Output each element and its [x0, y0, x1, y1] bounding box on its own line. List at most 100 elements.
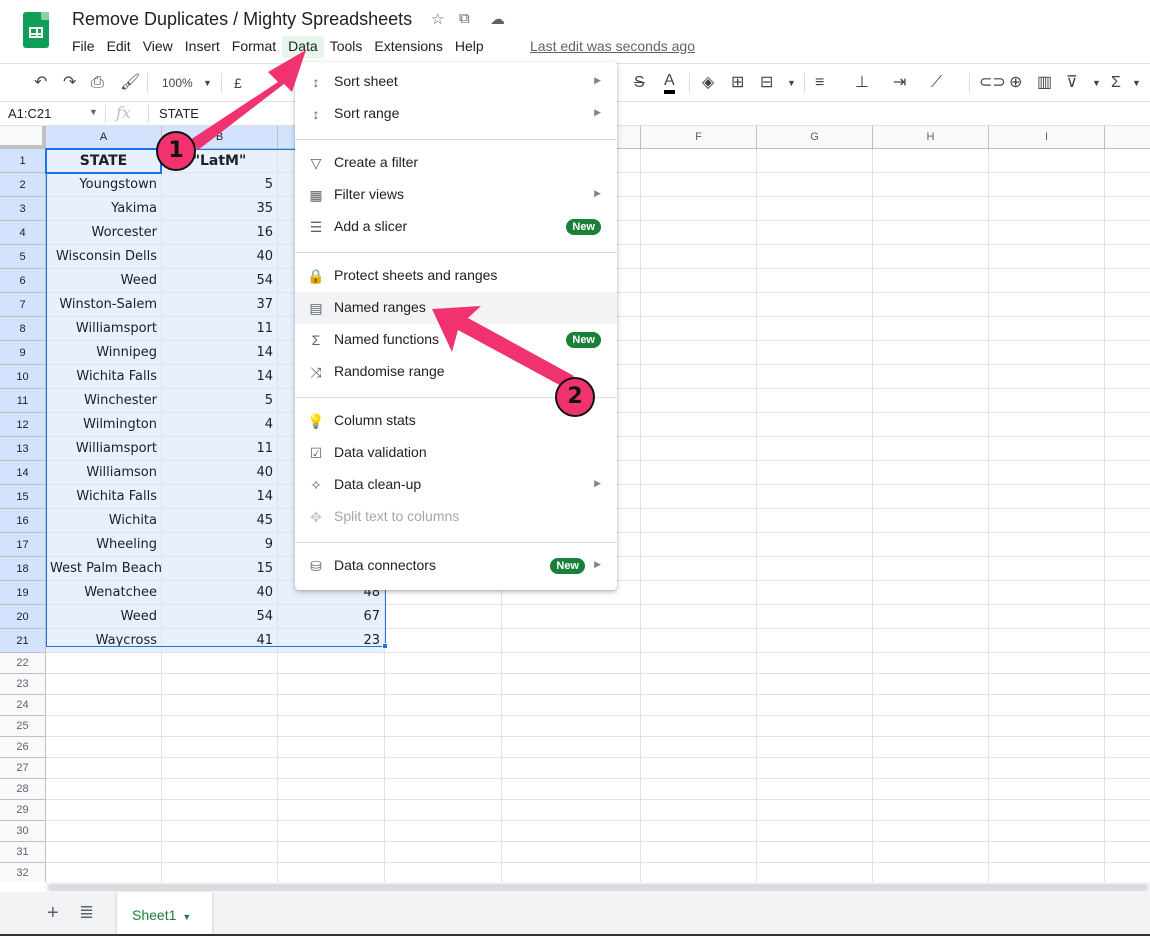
redo-icon[interactable]: ↷	[63, 72, 76, 94]
cell-h21[interactable]	[873, 629, 989, 653]
menu-item-filter-views[interactable]: ▦ Filter views ▶	[295, 179, 617, 211]
cell-g2[interactable]	[757, 173, 873, 197]
row-header-3[interactable]: 3	[0, 197, 46, 221]
cell-j19[interactable]	[1105, 581, 1150, 605]
cell-f19[interactable]	[641, 581, 757, 605]
cell-a28[interactable]	[46, 779, 162, 800]
cell-d20[interactable]	[385, 605, 502, 629]
cell-h13[interactable]	[873, 437, 989, 461]
text-color-icon[interactable]: A	[664, 72, 675, 94]
cell-g9[interactable]	[757, 341, 873, 365]
cell-a30[interactable]	[46, 821, 162, 842]
cell-e29[interactable]	[502, 800, 641, 821]
cell-g19[interactable]	[757, 581, 873, 605]
cell-b12[interactable]: 4	[162, 413, 278, 437]
cell-c32[interactable]	[278, 863, 385, 882]
cell-f14[interactable]	[641, 461, 757, 485]
cell-j21[interactable]	[1105, 629, 1150, 653]
menu-help[interactable]: Help	[449, 36, 490, 58]
cell-b29[interactable]	[162, 800, 278, 821]
cell-g10[interactable]	[757, 365, 873, 389]
strikethrough-icon[interactable]: S	[634, 72, 645, 94]
star-icon[interactable]: ☆	[431, 10, 444, 28]
cell-d27[interactable]	[385, 758, 502, 779]
cell-i3[interactable]	[989, 197, 1105, 221]
cell-b17[interactable]: 9	[162, 533, 278, 557]
cell-g12[interactable]	[757, 413, 873, 437]
cell-f1[interactable]	[641, 149, 757, 173]
cell-a14[interactable]: Williamson	[46, 461, 162, 485]
cell-b15[interactable]: 14	[162, 485, 278, 509]
cell-g6[interactable]	[757, 269, 873, 293]
cell-e24[interactable]	[502, 695, 641, 716]
cell-a23[interactable]	[46, 674, 162, 695]
cell-f25[interactable]	[641, 716, 757, 737]
cell-f21[interactable]	[641, 629, 757, 653]
cell-h18[interactable]	[873, 557, 989, 581]
cell-b7[interactable]: 37	[162, 293, 278, 317]
cell-d21[interactable]	[385, 629, 502, 653]
cell-j16[interactable]	[1105, 509, 1150, 533]
cell-g3[interactable]	[757, 197, 873, 221]
cell-d31[interactable]	[385, 842, 502, 863]
column-header-f[interactable]: F	[641, 126, 757, 149]
cell-h22[interactable]	[873, 653, 989, 674]
cell-g28[interactable]	[757, 779, 873, 800]
cell-a1[interactable]: STATE	[46, 149, 162, 173]
cell-j11[interactable]	[1105, 389, 1150, 413]
cell-f6[interactable]	[641, 269, 757, 293]
cell-h9[interactable]	[873, 341, 989, 365]
cell-j30[interactable]	[1105, 821, 1150, 842]
cell-h11[interactable]	[873, 389, 989, 413]
row-header-6[interactable]: 6	[0, 269, 46, 293]
cell-h15[interactable]	[873, 485, 989, 509]
merge-cells-icon[interactable]: ⊟	[760, 72, 773, 94]
cell-h6[interactable]	[873, 269, 989, 293]
fill-color-icon[interactable]: ◈	[702, 72, 714, 94]
menu-item-data-connectors[interactable]: ⛁ Data connectors New ▶	[295, 550, 617, 582]
sheets-logo-icon[interactable]	[23, 12, 49, 48]
cell-i6[interactable]	[989, 269, 1105, 293]
cell-d24[interactable]	[385, 695, 502, 716]
cell-g8[interactable]	[757, 317, 873, 341]
column-header-i[interactable]: I	[989, 126, 1105, 149]
cell-g16[interactable]	[757, 509, 873, 533]
row-header-20[interactable]: 20	[0, 605, 46, 629]
cell-i1[interactable]	[989, 149, 1105, 173]
cell-a10[interactable]: Wichita Falls	[46, 365, 162, 389]
cell-d32[interactable]	[385, 863, 502, 882]
row-header-12[interactable]: 12	[0, 413, 46, 437]
cell-h4[interactable]	[873, 221, 989, 245]
cell-b4[interactable]: 16	[162, 221, 278, 245]
row-header-1[interactable]: 1	[0, 149, 46, 173]
cell-g4[interactable]	[757, 221, 873, 245]
menu-tools[interactable]: Tools	[324, 36, 369, 58]
row-header-14[interactable]: 14	[0, 461, 46, 485]
cell-g23[interactable]	[757, 674, 873, 695]
cell-b3[interactable]: 35	[162, 197, 278, 221]
cell-j29[interactable]	[1105, 800, 1150, 821]
horizontal-scrollbar[interactable]	[46, 882, 1150, 892]
cell-j4[interactable]	[1105, 221, 1150, 245]
cell-j3[interactable]	[1105, 197, 1150, 221]
cell-b11[interactable]: 5	[162, 389, 278, 413]
cell-a16[interactable]: Wichita	[46, 509, 162, 533]
cell-b24[interactable]	[162, 695, 278, 716]
row-header-15[interactable]: 15	[0, 485, 46, 509]
cell-i9[interactable]	[989, 341, 1105, 365]
cell-a6[interactable]: Weed	[46, 269, 162, 293]
cell-g13[interactable]	[757, 437, 873, 461]
cell-h5[interactable]	[873, 245, 989, 269]
cell-j18[interactable]	[1105, 557, 1150, 581]
cell-j2[interactable]	[1105, 173, 1150, 197]
cell-c26[interactable]	[278, 737, 385, 758]
cell-f12[interactable]	[641, 413, 757, 437]
cell-e23[interactable]	[502, 674, 641, 695]
row-header-8[interactable]: 8	[0, 317, 46, 341]
cell-c30[interactable]	[278, 821, 385, 842]
cell-f24[interactable]	[641, 695, 757, 716]
formula-input[interactable]: STATE	[159, 106, 199, 121]
cell-g24[interactable]	[757, 695, 873, 716]
cell-d22[interactable]	[385, 653, 502, 674]
cell-a9[interactable]: Winnipeg	[46, 341, 162, 365]
